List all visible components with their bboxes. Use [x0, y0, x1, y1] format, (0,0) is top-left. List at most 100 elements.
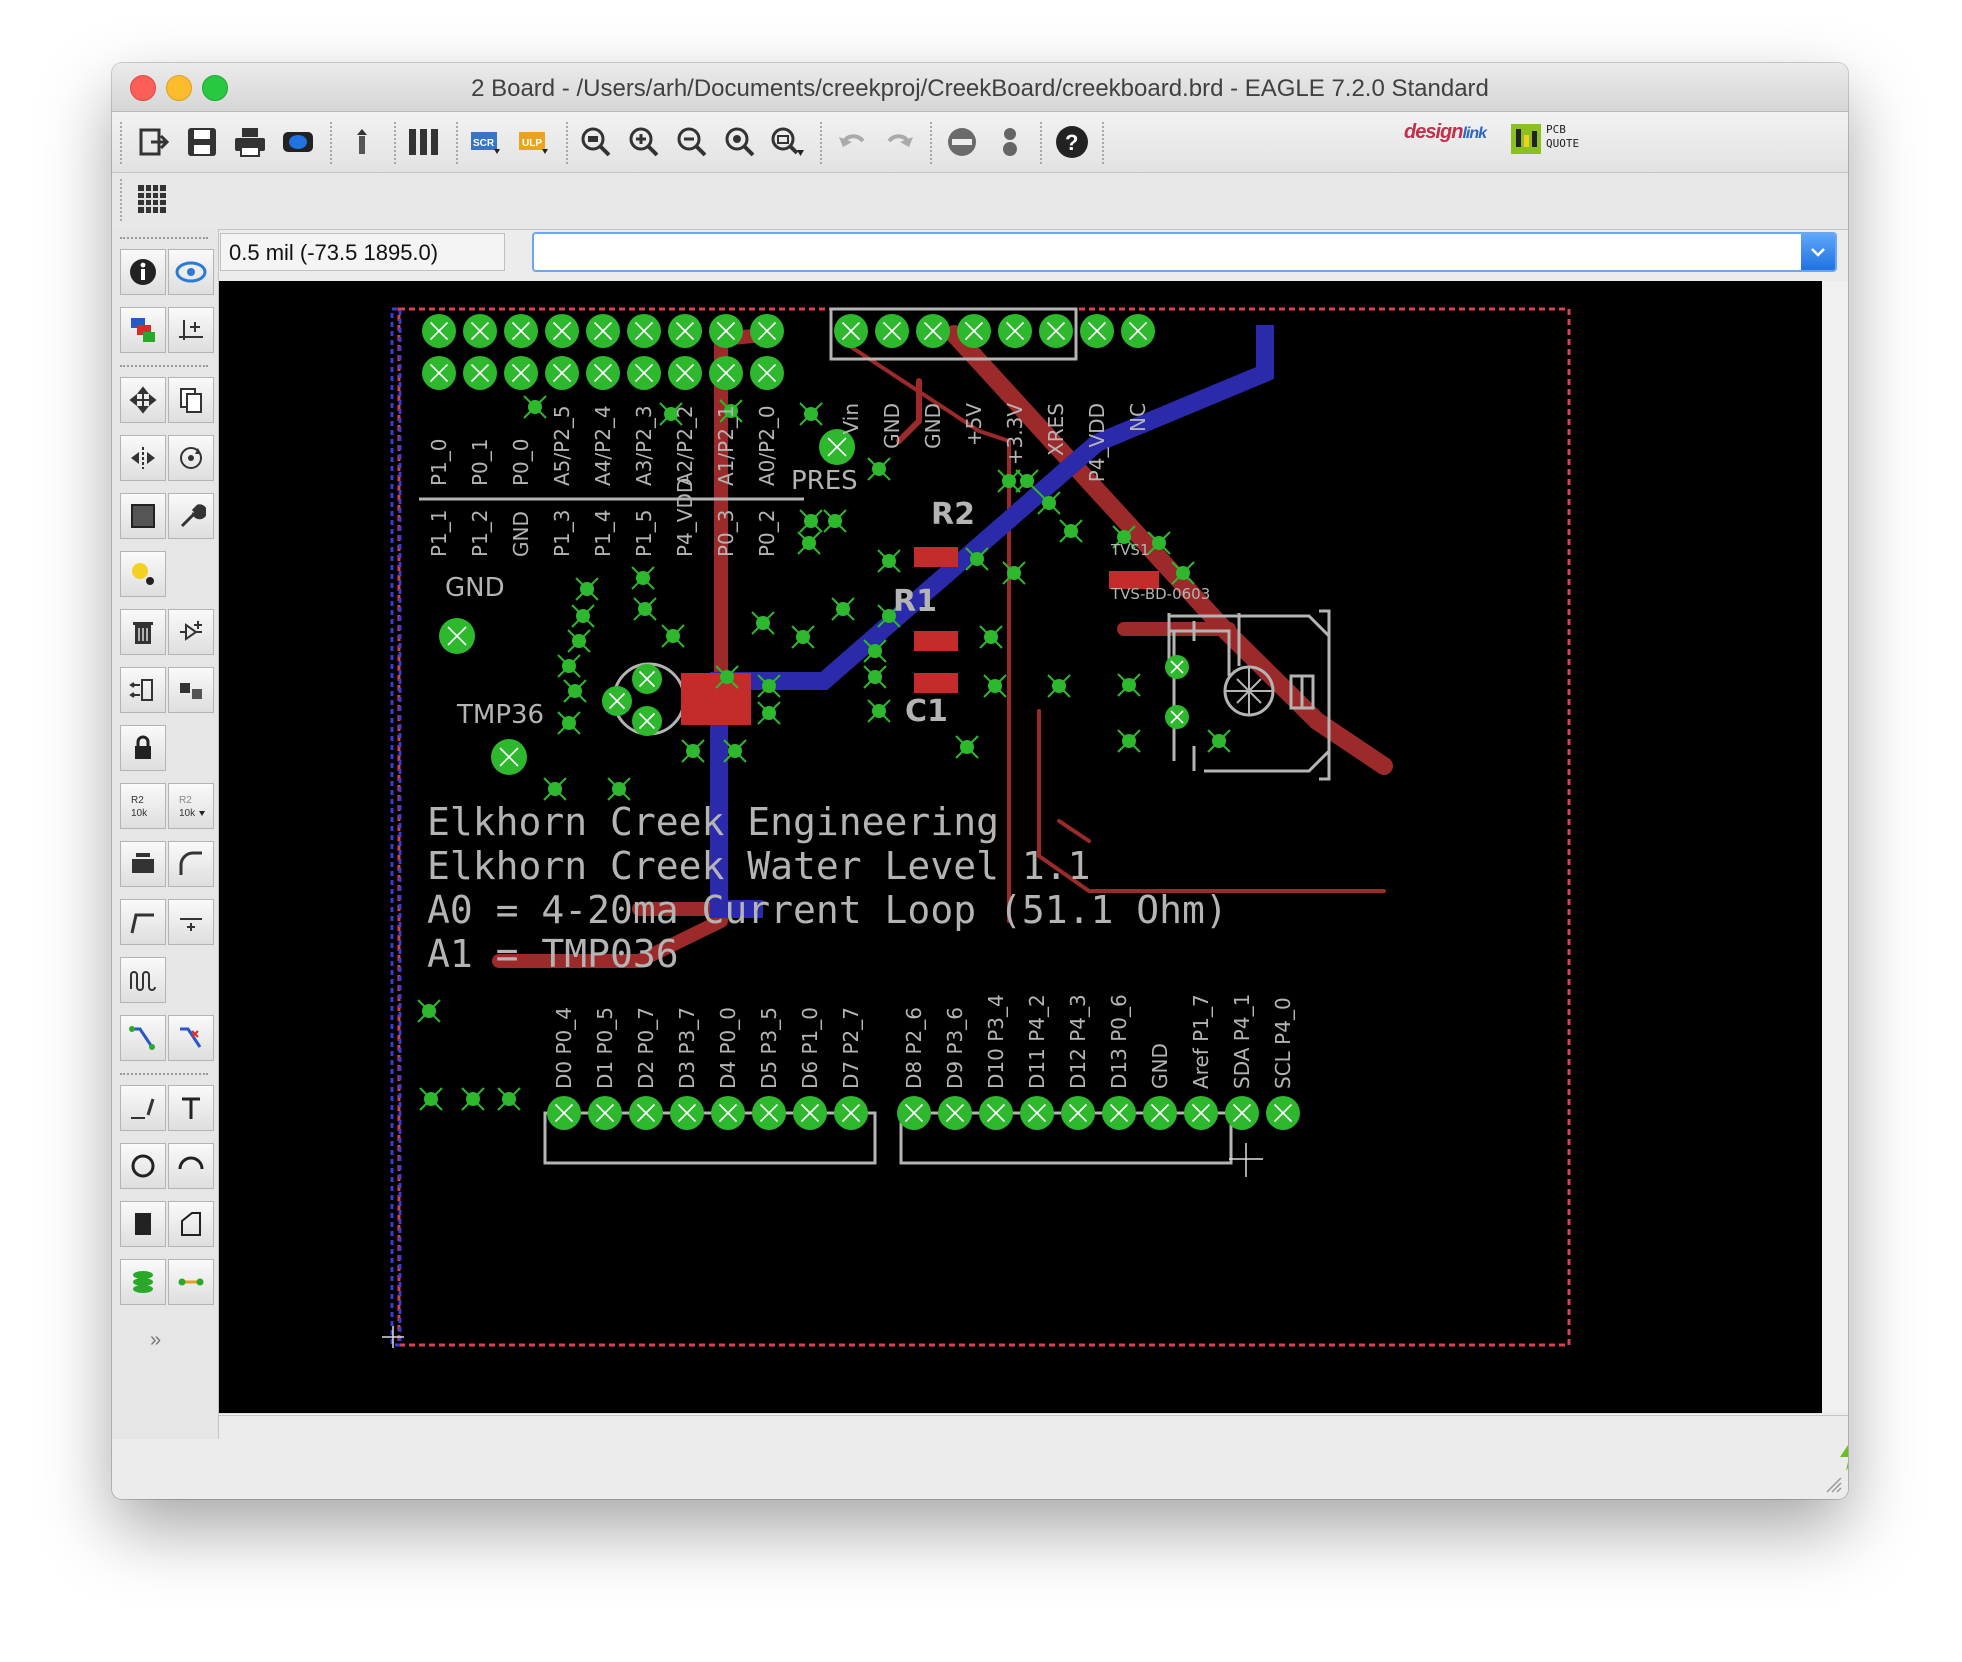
ulp-icon[interactable]: ULP — [514, 122, 554, 162]
stop-command-bolt-icon[interactable] — [1837, 1438, 1848, 1477]
stop-icon[interactable] — [942, 122, 982, 162]
via-icon[interactable] — [120, 1259, 166, 1305]
via — [575, 577, 599, 601]
wire-icon[interactable] — [120, 1085, 166, 1131]
copy-icon[interactable] — [168, 377, 214, 423]
bottom-header-labels: D0 P0_4 D1 P0_5 D2 P0_7 D3 P3_7 D4 P0_0 D5 P3… — [552, 994, 1295, 1089]
open-icon[interactable] — [134, 122, 174, 162]
lock-icon[interactable] — [120, 725, 166, 771]
pad — [979, 1096, 1013, 1130]
pad — [938, 1096, 972, 1130]
add-icon[interactable] — [168, 609, 214, 655]
info-icon[interactable] — [120, 249, 166, 295]
mark-icon[interactable] — [168, 307, 214, 353]
header-pin-label: D11 P4_2 — [1025, 994, 1049, 1089]
via — [799, 509, 823, 533]
header-pin-label: NC — [1126, 403, 1150, 432]
header-pin-label: SCL P4_0 — [1271, 997, 1295, 1089]
meander-icon[interactable] — [120, 957, 166, 1003]
via — [419, 1087, 443, 1111]
script-icon[interactable]: SCR — [466, 122, 506, 162]
arc-icon[interactable] — [168, 1143, 214, 1189]
rect-icon[interactable] — [120, 1201, 166, 1247]
pad — [1102, 1096, 1136, 1130]
more-commands-chevron-icon[interactable]: » — [150, 1329, 161, 1352]
pad — [834, 1096, 868, 1130]
move-icon[interactable] — [120, 377, 166, 423]
pad — [875, 314, 909, 348]
layers-icon[interactable] — [404, 122, 444, 162]
circle-icon[interactable] — [120, 1143, 166, 1189]
pad — [1165, 655, 1189, 679]
pinswap-icon[interactable] — [120, 667, 166, 713]
save-icon[interactable] — [182, 122, 222, 162]
miter-icon[interactable] — [168, 841, 214, 887]
pad — [1266, 1096, 1300, 1130]
vertical-scrollbar[interactable] — [1822, 281, 1848, 1413]
resize-grip-icon[interactable] — [1823, 1474, 1843, 1499]
zoom-out-icon[interactable] — [672, 122, 712, 162]
ripup-icon[interactable] — [168, 1015, 214, 1061]
zoom-in-icon[interactable] — [624, 122, 664, 162]
redo-icon[interactable] — [880, 122, 920, 162]
cam-icon[interactable] — [278, 122, 318, 162]
header-pin-label: P1_5 — [632, 509, 656, 557]
change-icon[interactable] — [168, 493, 214, 539]
origin-cross — [382, 1143, 1263, 1348]
upload-icon[interactable] — [342, 122, 382, 162]
command-history-chevron-down-icon[interactable] — [1801, 234, 1835, 270]
pad — [750, 314, 784, 348]
via — [791, 625, 815, 649]
pad — [1061, 1096, 1095, 1130]
svg-text:R2: R2 — [131, 795, 144, 806]
pad — [547, 1096, 581, 1130]
window-title: 2 Board - /Users/arh/Documents/creekproj… — [471, 75, 1489, 102]
value-icon[interactable]: R2 10k — [168, 783, 214, 829]
polygon-icon[interactable] — [168, 1201, 214, 1247]
replace-icon[interactable] — [168, 667, 214, 713]
text-icon[interactable] — [168, 1085, 214, 1131]
command-line-input[interactable] — [532, 232, 1837, 272]
pcb-quote-logo[interactable]: PCB QUOTE — [1510, 123, 1584, 157]
via — [831, 597, 855, 621]
split-icon[interactable] — [120, 899, 166, 945]
via — [1059, 519, 1083, 543]
pad — [709, 314, 743, 348]
zoom-fit-icon[interactable] — [576, 122, 616, 162]
mirror-icon[interactable] — [120, 435, 166, 481]
zoom-select-icon[interactable] — [768, 122, 808, 162]
display-icon[interactable] — [120, 307, 166, 353]
header-pin-label: P1_0 — [427, 438, 451, 486]
route-icon[interactable] — [120, 1015, 166, 1061]
header-pin-label: +3.3V — [1003, 403, 1027, 466]
silkscreen-text: Elkhorn Creek Engineering Elkhorn Creek … — [427, 800, 1228, 976]
show-icon[interactable] — [168, 249, 214, 295]
print-icon[interactable] — [230, 122, 270, 162]
designlink-logo[interactable]: designlink — [1404, 121, 1487, 144]
status-bar — [219, 1415, 1848, 1499]
header-pin-label: Aref P1_7 — [1189, 994, 1213, 1089]
smash-icon[interactable] — [120, 841, 166, 887]
pad — [632, 664, 662, 694]
paste-icon[interactable] — [120, 551, 166, 597]
signal-icon[interactable] — [168, 1259, 214, 1305]
grid-icon[interactable] — [132, 179, 172, 219]
group-icon[interactable] — [120, 493, 166, 539]
via — [823, 509, 847, 533]
zoom-redraw-icon[interactable] — [720, 122, 760, 162]
command-text[interactable] — [538, 237, 1792, 267]
pad — [1165, 705, 1189, 729]
help-icon[interactable]: ? — [1052, 122, 1092, 162]
header-pin-label: P0_3 — [714, 509, 738, 557]
part-label-tvs-package: TVS-BD-0603 — [1110, 585, 1210, 603]
pad — [670, 1096, 704, 1130]
board-canvas[interactable]: P1_0 P0_1 P0_0 A5/P2_5 A4/P2_4 A3/P2_3 A2/P2_2… — [219, 281, 1822, 1413]
svg-text:10k: 10k — [179, 808, 196, 819]
rotate-icon[interactable] — [168, 435, 214, 481]
optimize-icon[interactable] — [168, 899, 214, 945]
delete-icon[interactable] — [120, 609, 166, 655]
header-pin-label: D8 P2_6 — [902, 1007, 926, 1089]
go-icon[interactable] — [990, 122, 1030, 162]
undo-icon[interactable] — [832, 122, 872, 162]
name-icon[interactable]: R2 10k — [120, 783, 166, 829]
